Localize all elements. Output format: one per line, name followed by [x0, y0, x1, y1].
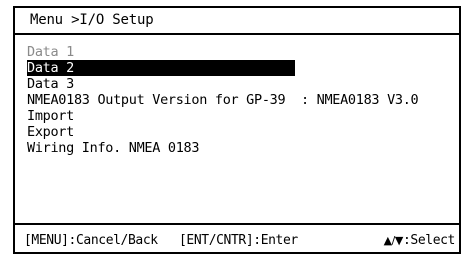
page-title: Menu >I/O Setup — [30, 12, 154, 28]
up-down-arrows-icon: ▲/▼ — [383, 234, 404, 247]
title-bar: Menu >I/O Setup — [15, 8, 459, 35]
menu-item-wiring-info[interactable]: Wiring Info. NMEA 0183 — [27, 140, 200, 156]
key-guide-bar: [MENU]:Cancel/Back [ENT/CNTR]:Enter ▲/▼:… — [15, 223, 459, 252]
select-hint-label: :Select — [403, 233, 455, 248]
io-setup-screen: Menu >I/O Setup Data 1 Data 2 Data 3 NME… — [13, 6, 461, 254]
cancel-back-hint: [MENU]:Cancel/Back — [24, 233, 158, 248]
select-hint: ▲/▼:Select — [383, 233, 456, 249]
menu-item-nmea-output-version[interactable]: NMEA0183 Output Version for GP-39 : NMEA… — [27, 92, 419, 108]
io-setup-menu: Data 1 Data 2 Data 3 NMEA0183 Output Ver… — [27, 41, 451, 156]
enter-hint: [ENT/CNTR]:Enter — [179, 233, 298, 248]
